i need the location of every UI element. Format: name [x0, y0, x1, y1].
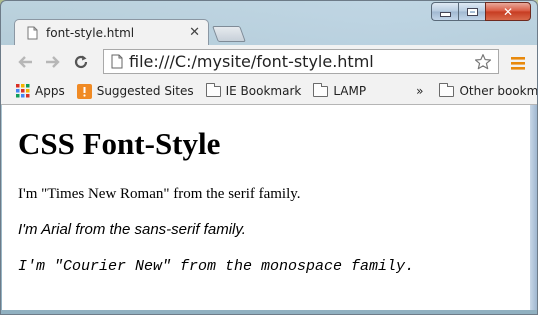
folder-icon	[313, 82, 329, 97]
bookmark-label: Suggested Sites	[96, 84, 194, 98]
chevron-double-right-icon: »	[416, 84, 424, 98]
bookmarks-overflow-button[interactable]: »	[416, 84, 423, 98]
tab-close-icon[interactable]: ✕	[189, 26, 200, 39]
address-bar[interactable]: file:///C:/mysite/font-style.html	[103, 49, 499, 74]
serif-paragraph: I'm "Times New Roman" from the serif fam…	[18, 186, 301, 202]
folder-icon	[439, 82, 455, 97]
toolbar: file:///C:/mysite/font-style.html	[1, 45, 537, 78]
back-arrow-icon	[18, 55, 32, 68]
monospace-paragraph: I'm "Courier New" from the monospace fam…	[18, 258, 415, 275]
hamburger-menu-icon	[511, 57, 525, 70]
page-content: CSS Font-Style I'm "Times New Roman" fro…	[2, 105, 531, 310]
close-icon: ✕	[502, 4, 514, 19]
bookmark-label: LAMP	[333, 84, 367, 98]
reload-icon	[74, 55, 88, 68]
reload-button[interactable]	[67, 48, 95, 76]
maximize-button[interactable]	[458, 2, 485, 21]
bookmark-ie-bookmark[interactable]: IE Bookmark	[205, 82, 302, 98]
close-window-button[interactable]: ✕	[485, 2, 531, 21]
bookmark-star-button[interactable]	[474, 53, 492, 71]
back-button[interactable]	[11, 48, 39, 76]
page-heading: CSS Font-Style	[18, 126, 221, 161]
page-icon	[27, 26, 38, 39]
window-frame-edge	[530, 105, 537, 310]
maximize-icon	[466, 7, 478, 16]
forward-button[interactable]	[39, 48, 67, 76]
tab-font-style[interactable]: font-style.html ✕	[14, 19, 209, 45]
minimize-button[interactable]	[431, 2, 458, 21]
window-controls: ✕	[431, 2, 531, 21]
apps-grid-icon	[16, 84, 30, 98]
bookmark-suggested-sites[interactable]: Suggested Sites	[76, 83, 194, 99]
bookmark-label: IE Bookmark	[225, 84, 302, 98]
tab-title: font-style.html	[46, 25, 135, 40]
url-text[interactable]: file:///C:/mysite/font-style.html	[129, 52, 474, 71]
bookmark-other-bookmarks[interactable]: Other bookmarks	[439, 82, 538, 98]
bookmark-label: Other bookmarks	[459, 84, 538, 98]
suggested-sites-icon	[76, 83, 92, 99]
new-tab-button[interactable]	[212, 26, 246, 42]
bookmarks-bar: Apps Suggested Sites IE Bookmark LAMP » …	[1, 78, 538, 105]
star-icon	[474, 53, 492, 69]
bookmark-lamp[interactable]: LAMP	[313, 82, 367, 98]
browser-menu-button[interactable]	[511, 55, 525, 74]
bookmark-apps[interactable]: Apps	[16, 84, 65, 98]
sans-serif-paragraph: I'm Arial from the sans-serif family.	[18, 221, 246, 238]
bookmark-label: Apps	[35, 84, 65, 98]
forward-arrow-icon	[46, 55, 60, 68]
folder-icon	[205, 82, 221, 97]
minimize-icon	[439, 12, 451, 17]
page-icon	[111, 54, 123, 69]
browser-window: ✕ font-style.html ✕ file:///C:/mysite/fo…	[0, 0, 538, 315]
